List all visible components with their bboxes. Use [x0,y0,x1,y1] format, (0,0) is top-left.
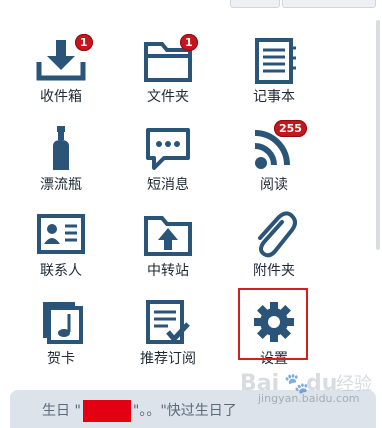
tile-attachments-label: 附件夹 [253,263,295,279]
tile-inbox[interactable]: 1 收件箱 [11,30,111,116]
tile-cards-label: 贺卡 [47,351,75,367]
tile-notes[interactable]: 记事本 [224,30,324,116]
tile-reader-label: 阅读 [260,177,288,193]
folders-badge: 1 [180,34,198,51]
birthday-suffix: "。。"快过生日了 [132,403,237,419]
tile-notes-label: 记事本 [253,89,295,105]
tile-subscriptions-label: 推荐订阅 [140,351,196,367]
birthday-notification-text: 生日 " "。。"快过生日了 [42,400,237,422]
baidu-watermark-url: jingyan.baidu.com [258,392,360,405]
tile-reader[interactable]: 255 阅读 [224,118,324,204]
tile-drift-bottle-label: 漂流瓶 [40,177,82,193]
tile-folders[interactable]: 1 文件夹 [118,30,218,116]
redacted-name [82,400,131,422]
tile-transfer[interactable]: 中转站 [118,204,218,290]
tile-folders-label: 文件夹 [147,89,189,105]
tile-transfer-label: 中转站 [147,263,189,279]
app-grid: 1 收件箱 1 文件夹 记事本 漂流瓶 短消息 255 阅读 联系人 中转站 附… [0,0,382,380]
tile-sms-label: 短消息 [147,177,189,193]
chat-bubble-icon [142,124,194,172]
reader-badge: 255 [274,120,307,137]
tile-drift-bottle[interactable]: 漂流瓶 [11,118,111,204]
tile-cards[interactable]: 贺卡 [11,292,111,378]
tile-contacts-label: 联系人 [40,263,82,279]
birthday-prefix: 生日 " [42,403,81,419]
bottle-icon [35,124,87,172]
notebook-icon [248,36,300,84]
folder-upload-icon [142,210,194,258]
inbox-badge: 1 [75,34,93,51]
contact-card-icon [35,210,87,258]
tile-subscriptions[interactable]: 推荐订阅 [118,292,218,378]
tile-sms[interactable]: 短消息 [118,118,218,204]
music-card-icon [35,298,87,346]
checklist-icon [142,298,194,346]
settings-highlight-box [238,288,308,360]
paperclip-icon [248,210,300,258]
scrollbar[interactable] [376,20,380,250]
tile-contacts[interactable]: 联系人 [11,204,111,290]
tile-attachments[interactable]: 附件夹 [224,204,324,290]
tile-inbox-label: 收件箱 [40,89,82,105]
